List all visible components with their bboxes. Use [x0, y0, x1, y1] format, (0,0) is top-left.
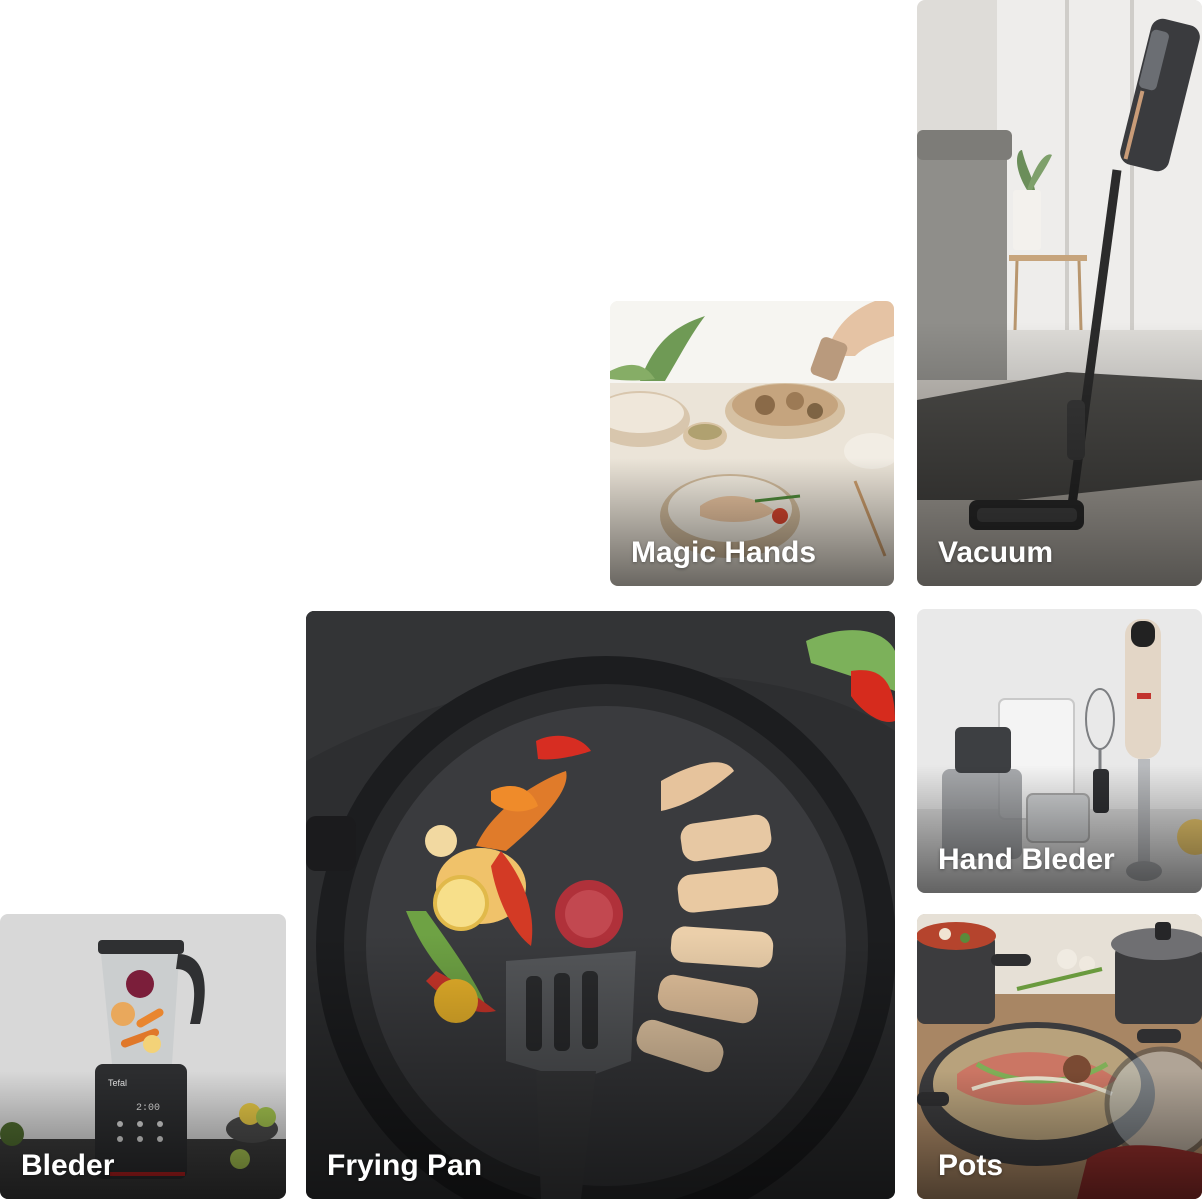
- tile-label-vacuum: Vacuum: [938, 536, 1054, 569]
- category-tile-grid: Magic Hands Vacuum Hand Bleder Frying Pa…: [0, 0, 1202, 1199]
- tile-label-hand-bleder: Hand Bleder: [938, 843, 1115, 876]
- frying-pan-image: [306, 611, 895, 1199]
- category-tile-pots[interactable]: Pots: [917, 914, 1202, 1199]
- tile-label-frying-pan: Frying Pan: [327, 1149, 483, 1182]
- bleder-brand-logo: Tefal: [108, 1078, 127, 1088]
- tile-label-bleder: Bleder: [21, 1149, 115, 1182]
- tile-label-magic-hands: Magic Hands: [631, 536, 817, 569]
- bleder-display: 2:00: [136, 1103, 160, 1114]
- category-tile-frying-pan[interactable]: Frying Pan: [306, 611, 895, 1199]
- category-tile-hand-bleder[interactable]: Hand Bleder: [917, 609, 1202, 893]
- tile-label-pots: Pots: [938, 1149, 1004, 1182]
- category-tile-magic-hands[interactable]: Magic Hands: [610, 301, 894, 586]
- category-tile-vacuum[interactable]: Vacuum: [917, 0, 1202, 586]
- vacuum-image: [917, 0, 1202, 586]
- category-tile-bleder[interactable]: Tefal 2:00 Bleder: [0, 914, 286, 1199]
